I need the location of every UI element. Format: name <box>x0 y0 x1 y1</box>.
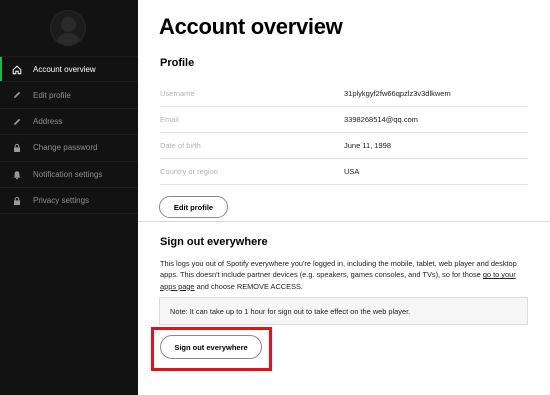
page-title: Account overview <box>159 14 343 39</box>
sidebar-item-label: Change password <box>33 143 98 153</box>
sidebar-item-label: Notification settings <box>33 169 103 179</box>
profile-heading: Profile <box>160 57 195 69</box>
profile-row-date-of-birth: Date of birth June 11, 1998 <box>160 133 528 159</box>
signout-description: This logs you out of Spotify everywhere … <box>160 258 532 292</box>
signout-description-text-end: and choose REMOVE ACCESS. <box>194 281 303 291</box>
sidebar-item-label: Privacy settings <box>33 196 90 206</box>
sidebar-item-edit-profile[interactable]: Edit profile <box>0 82 138 109</box>
profile-row-country: Country or region USA <box>160 159 528 185</box>
lock-icon <box>12 196 22 206</box>
sidebar-item-address[interactable]: Address <box>0 109 138 136</box>
signout-heading: Sign out everywhere <box>160 236 268 248</box>
profile-label: Email <box>160 115 179 124</box>
pencil-icon <box>12 90 22 100</box>
profile-label: Country or region <box>160 167 218 176</box>
sidebar-item-account-overview[interactable]: Account overview <box>0 56 138 83</box>
lock-icon <box>12 143 22 153</box>
sidebar-nav: Account overview Edit profile Address Ch… <box>0 56 138 215</box>
profile-value: 31plykgyf2fw66qpzlz3v3dlkwem <box>344 89 451 98</box>
profile-value: USA <box>344 167 360 176</box>
sign-out-everywhere-button[interactable]: Sign out everywhere <box>160 335 262 359</box>
profile-row-username: Username 31plykgyf2fw66qpzlz3v3dlkwem <box>160 81 528 107</box>
signout-description-text: This logs you out of Spotify everywhere … <box>160 259 517 280</box>
main-content: Account overview Profile Username 31plyk… <box>138 0 550 395</box>
home-icon <box>12 65 22 75</box>
bell-icon <box>12 170 22 180</box>
section-divider <box>138 221 550 222</box>
sidebar-item-notification-settings[interactable]: Notification settings <box>0 162 138 188</box>
edit-profile-button[interactable]: Edit profile <box>159 196 228 218</box>
sidebar-item-privacy-settings[interactable]: Privacy settings <box>0 188 138 215</box>
pencil-icon <box>12 117 22 127</box>
signout-note: Note: It can take up to 1 hour for sign … <box>159 297 528 325</box>
profile-label: Username <box>160 89 195 98</box>
avatar[interactable] <box>50 10 86 46</box>
avatar-body <box>56 33 81 45</box>
profile-row-email: Email 3398268514@qq.com <box>160 107 528 133</box>
profile-value: June 11, 1998 <box>344 141 391 150</box>
sidebar-item-label: Edit profile <box>33 90 71 100</box>
sidebar-item-label: Address <box>33 116 63 126</box>
sidebar-item-change-password[interactable]: Change password <box>0 135 138 162</box>
profile-value: 3398268514@qq.com <box>344 115 418 124</box>
sidebar-item-label: Account overview <box>33 64 96 74</box>
avatar-head <box>61 17 76 32</box>
profile-label: Date of birth <box>160 141 201 150</box>
sidebar: Account overview Edit profile Address Ch… <box>0 0 138 395</box>
